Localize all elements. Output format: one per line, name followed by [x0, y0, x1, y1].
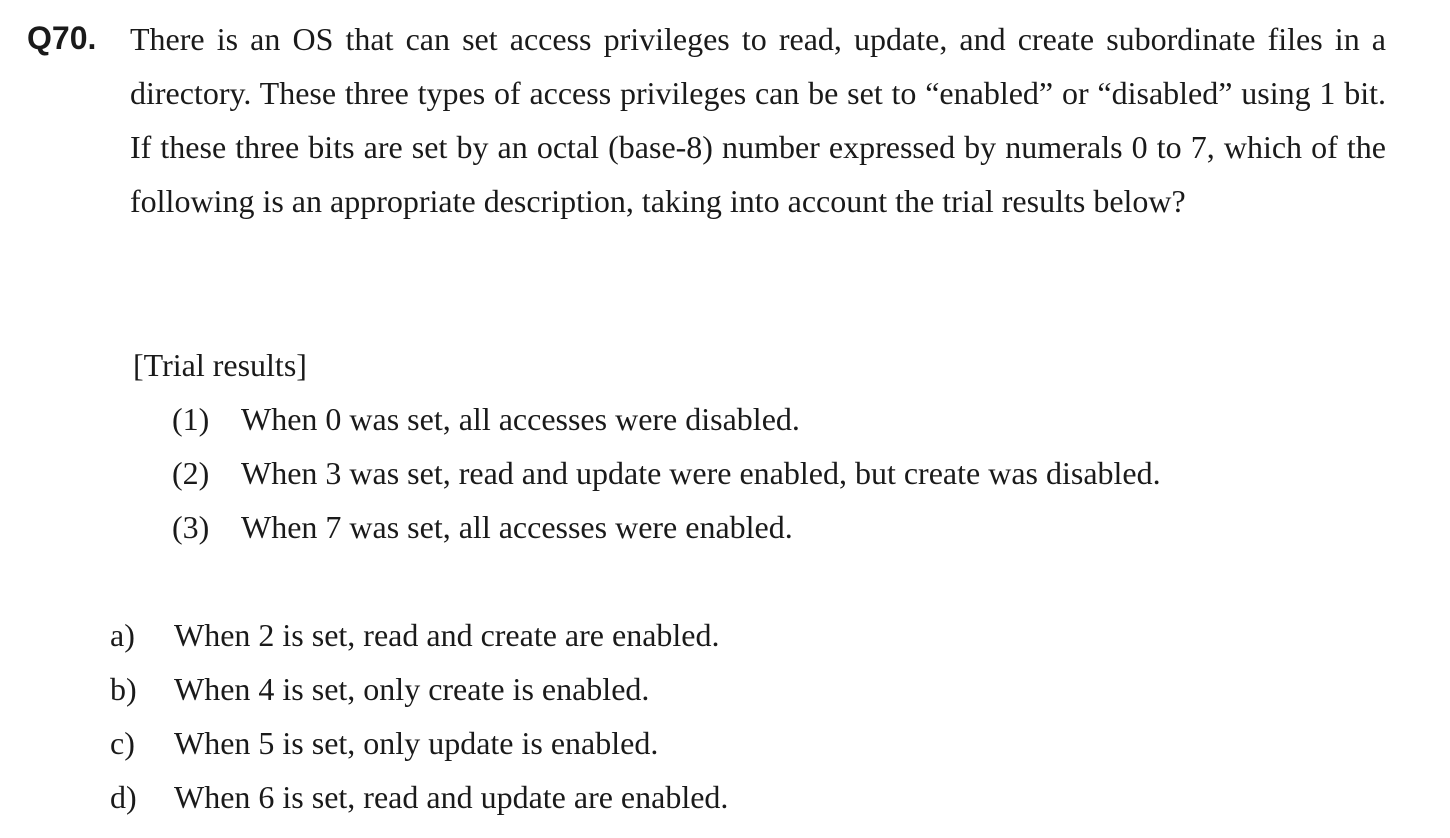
option-text: When 6 is set, read and update are enabl… [174, 779, 729, 815]
trial-results-list: (1) When 0 was set, all accesses were di… [172, 394, 1161, 556]
answer-option-a[interactable]: a) When 2 is set, read and create are en… [110, 610, 728, 664]
option-letter: b) [110, 671, 137, 707]
answer-options: a) When 2 is set, read and create are en… [110, 610, 728, 826]
option-letter: d) [110, 779, 137, 815]
question-number: Q70. [27, 20, 97, 56]
trial-result-1: (1) When 0 was set, all accesses were di… [172, 394, 1161, 448]
question-page: Q70. There is an OS that can set access … [0, 0, 1450, 838]
option-letter: a) [110, 617, 135, 653]
question-text: There is an OS that can set access privi… [130, 21, 1386, 219]
trial-result-text: When 3 was set, read and update were ena… [241, 455, 1161, 491]
option-text: When 5 is set, only update is enabled. [174, 725, 659, 761]
trial-result-text: When 0 was set, all accesses were disabl… [241, 401, 800, 437]
option-text: When 2 is set, read and create are enabl… [174, 617, 720, 653]
trial-results-heading: [Trial results] [133, 347, 307, 383]
trial-result-number: (2) [172, 455, 210, 491]
option-text: When 4 is set, only create is enabled. [174, 671, 650, 707]
trial-result-3: (3) When 7 was set, all accesses were en… [172, 502, 1161, 556]
answer-option-d[interactable]: d) When 6 is set, read and update are en… [110, 772, 728, 826]
trial-result-number: (3) [172, 509, 210, 545]
trial-result-text: When 7 was set, all accesses were enable… [241, 509, 793, 545]
answer-option-b[interactable]: b) When 4 is set, only create is enabled… [110, 664, 728, 718]
trial-result-number: (1) [172, 401, 210, 437]
option-letter: c) [110, 725, 135, 761]
trial-result-2: (2) When 3 was set, read and update were… [172, 448, 1161, 502]
answer-option-c[interactable]: c) When 5 is set, only update is enabled… [110, 718, 728, 772]
